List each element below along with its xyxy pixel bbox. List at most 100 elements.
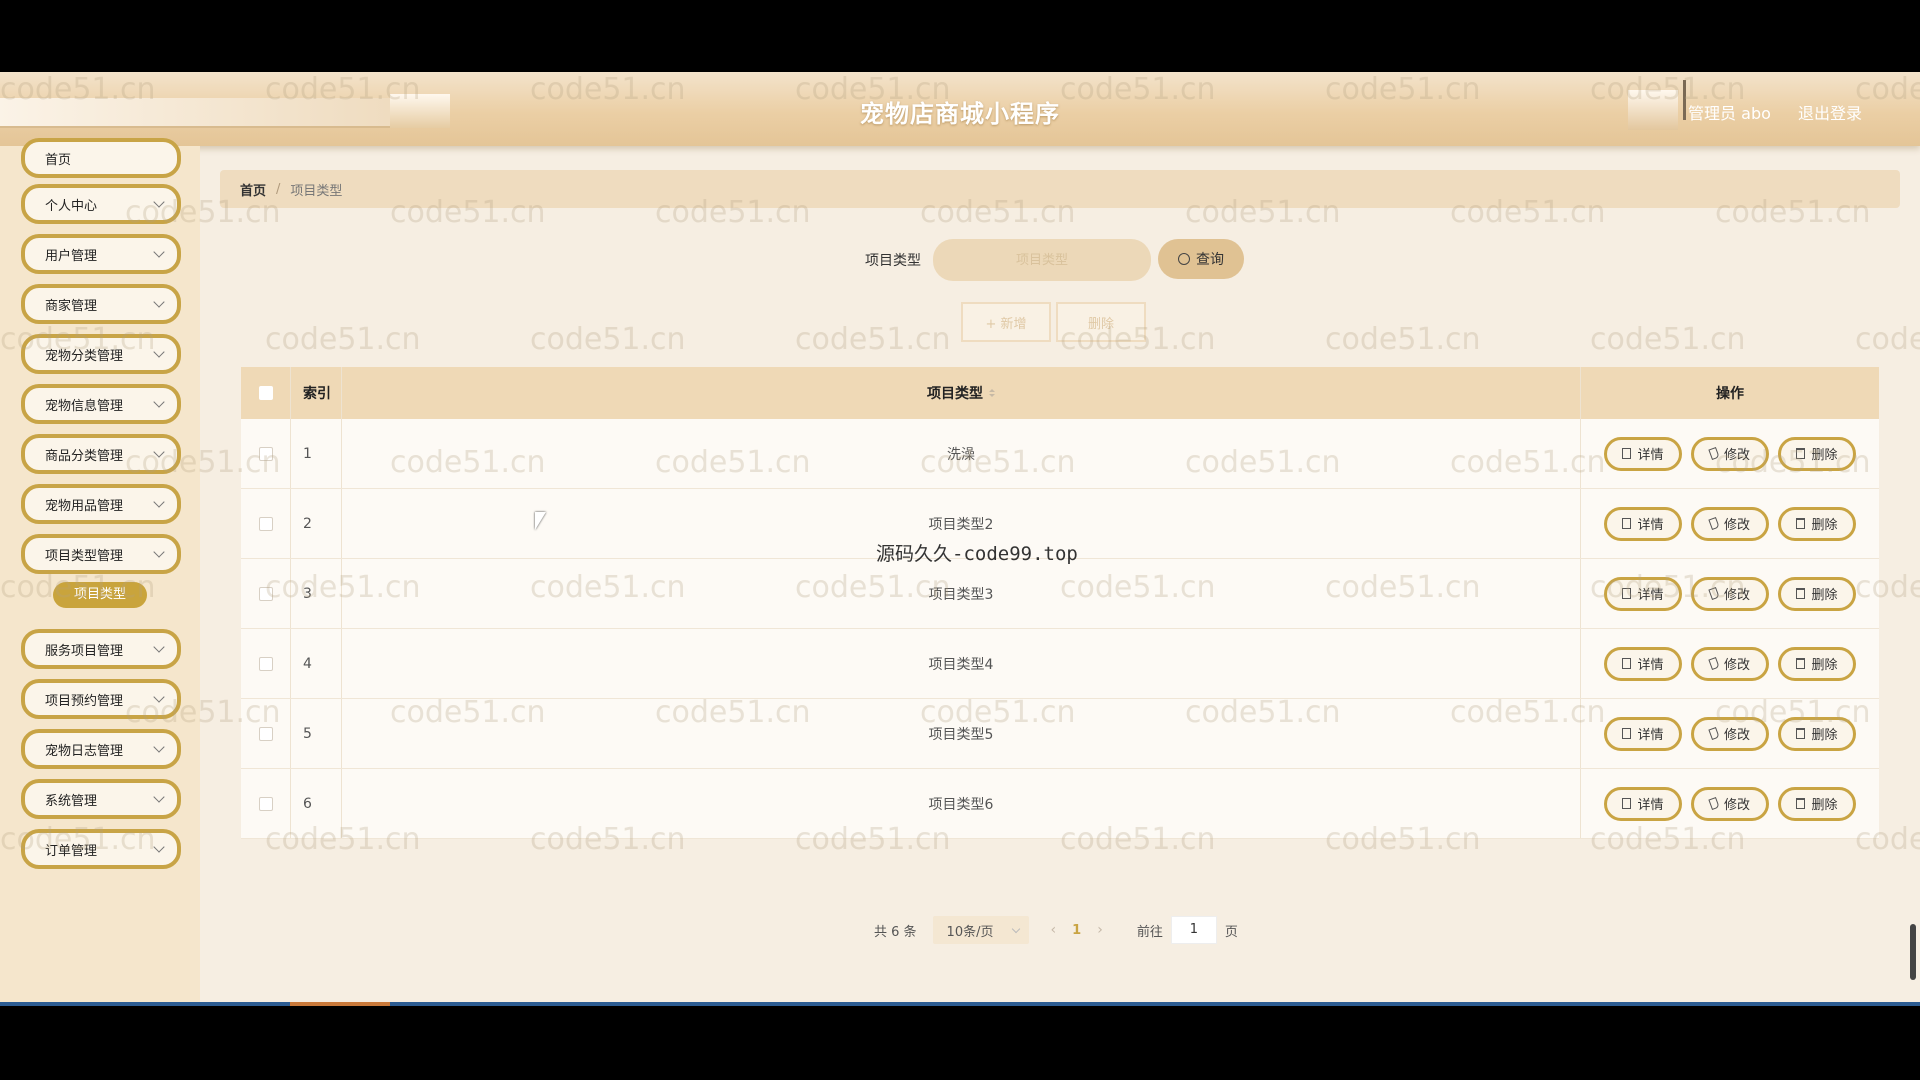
chevron-down-icon <box>153 741 165 753</box>
delete-label: 删除 <box>1811 588 1838 603</box>
sidebar-item-label: 用户管理 <box>45 248 98 264</box>
search-label: 项目类型 <box>865 253 921 269</box>
detail-label: 详情 <box>1637 658 1664 673</box>
watermark-text: code51.cn <box>530 72 686 107</box>
page-suffix: 页 <box>1224 924 1238 940</box>
next-page-icon[interactable]: › <box>1097 922 1103 938</box>
query-button[interactable]: 查询 <box>1158 239 1244 279</box>
watermark-text: code51.cn <box>1590 322 1746 357</box>
document-icon <box>1622 518 1632 529</box>
breadcrumb-current: 项目类型 <box>290 183 343 199</box>
row-checkbox[interactable] <box>258 516 273 531</box>
watermark-text: code51.cn <box>125 445 281 480</box>
watermark-text: code51.cn <box>920 445 1076 480</box>
watermark-text: code51.cn <box>1325 72 1481 107</box>
row-checkbox[interactable] <box>258 796 273 811</box>
prev-page-icon[interactable]: ‹ <box>1051 922 1057 938</box>
watermark-text: code51.cn <box>920 195 1076 230</box>
watermark-text: code51.cn <box>1855 822 1920 857</box>
watermark-text: code51.cn <box>265 322 421 357</box>
sidebar-item-label: 宠物用品管理 <box>45 498 124 514</box>
goto-label: 前往 <box>1136 924 1163 940</box>
sidebar-item-merchants[interactable]: 商家管理 <box>21 284 181 324</box>
watermark-text: code51.cn <box>530 822 686 857</box>
edit-button[interactable]: 修改 <box>1691 646 1769 681</box>
chevron-down-icon <box>153 396 165 408</box>
detail-button[interactable]: 详情 <box>1604 716 1682 751</box>
edit-button[interactable]: 修改 <box>1691 506 1769 541</box>
select-all-checkbox[interactable] <box>258 386 273 400</box>
sidebar-item-users[interactable]: 用户管理 <box>21 234 181 274</box>
add-button[interactable]: + 新增 <box>961 302 1051 342</box>
query-button-label: 查询 <box>1196 252 1224 268</box>
trash-icon <box>1796 588 1806 599</box>
detail-button[interactable]: 详情 <box>1604 506 1682 541</box>
logout-link[interactable]: 退出登录 <box>1798 104 1862 123</box>
row-check-cell <box>241 629 291 698</box>
watermark-text: code51.cn <box>795 822 951 857</box>
pagination: 共 6 条 10条/页 ‹ 1 › 前往 1 页 <box>874 915 1238 945</box>
delete-button[interactable]: 删除 <box>1778 576 1856 611</box>
watermark-text: code51.cn <box>1855 570 1920 605</box>
delete-button[interactable]: 删除 <box>1778 646 1856 681</box>
sidebar-item-label: 项目类型管理 <box>45 548 124 564</box>
sort-icon[interactable] <box>989 389 995 397</box>
edit-button[interactable]: 修改 <box>1691 786 1769 821</box>
watermark-text: code51.cn <box>1715 695 1871 730</box>
goto-page-input[interactable]: 1 <box>1170 916 1217 944</box>
header-ops: 操作 <box>1716 386 1744 402</box>
watermark-text: code51.cn <box>1185 445 1341 480</box>
detail-button[interactable]: 详情 <box>1604 786 1682 821</box>
header-type-label: 项目类型 <box>927 386 983 402</box>
sidebar-item-project-types[interactable]: 项目类型管理 <box>21 534 181 574</box>
sidebar-item-label: 系统管理 <box>45 793 98 809</box>
page-size-value: 10条/页 <box>946 924 994 940</box>
row-index: 2 <box>291 489 342 558</box>
watermark-text: code51.cn <box>1855 72 1920 107</box>
chevron-down-icon <box>153 246 165 258</box>
sidebar-item-pet-supplies[interactable]: 宠物用品管理 <box>21 484 181 524</box>
sidebar-item-service-projects[interactable]: 服务项目管理 <box>21 629 181 669</box>
header-type[interactable]: 项目类型 <box>342 367 1581 419</box>
sidebar-item-pet-info[interactable]: 宠物信息管理 <box>21 384 181 424</box>
sidebar-item-system[interactable]: 系统管理 <box>21 779 181 819</box>
watermark-text: code51.cn <box>125 195 281 230</box>
watermark-text: code51.cn <box>1185 695 1341 730</box>
watermark-text: code51.cn <box>655 695 811 730</box>
watermark-text: code51.cn <box>1060 72 1216 107</box>
sidebar-item-home[interactable]: 首页 <box>21 138 181 178</box>
watermark-text: code51.cn <box>1060 322 1216 357</box>
document-icon <box>1622 798 1632 809</box>
watermark-text: code51.cn <box>390 195 546 230</box>
pencil-icon <box>1708 656 1720 671</box>
page-size-select[interactable]: 10条/页 <box>932 916 1029 944</box>
detail-button[interactable]: 详情 <box>1604 436 1682 471</box>
current-page[interactable]: 1 <box>1072 923 1081 938</box>
pencil-icon <box>1708 796 1720 811</box>
sidebar-item-label: 商家管理 <box>45 298 98 314</box>
scrollbar-thumb[interactable] <box>1910 924 1916 980</box>
row-index: 4 <box>291 629 342 698</box>
row-ops: 详情 修改 删除 <box>1581 489 1879 558</box>
delete-button[interactable]: 删除 <box>1778 506 1856 541</box>
sidebar-item-label: 首页 <box>45 152 72 168</box>
watermark-text: code51.cn <box>530 570 686 605</box>
edit-label: 修改 <box>1723 658 1750 673</box>
pencil-icon <box>1708 516 1720 531</box>
watermark-text: code51.cn <box>655 445 811 480</box>
detail-button[interactable]: 详情 <box>1604 646 1682 681</box>
watermark-text: code51.cn <box>1590 570 1746 605</box>
watermark-text: code51.cn <box>1715 445 1871 480</box>
watermark-text: code51.cn <box>1325 322 1481 357</box>
delete-button[interactable]: 删除 <box>1778 786 1856 821</box>
watermark-text: code51.cn <box>0 570 156 605</box>
watermark-text: code51.cn <box>1450 445 1606 480</box>
search-input[interactable] <box>933 239 1151 281</box>
chevron-down-icon <box>153 496 165 508</box>
sidebar-item-pet-logs[interactable]: 宠物日志管理 <box>21 729 181 769</box>
watermark-text: code51.cn <box>795 570 951 605</box>
row-checkbox[interactable] <box>258 656 273 671</box>
watermark-text: code51.cn <box>1325 570 1481 605</box>
sidebar-item-label: 服务项目管理 <box>45 643 124 659</box>
chevron-down-icon <box>153 296 165 308</box>
